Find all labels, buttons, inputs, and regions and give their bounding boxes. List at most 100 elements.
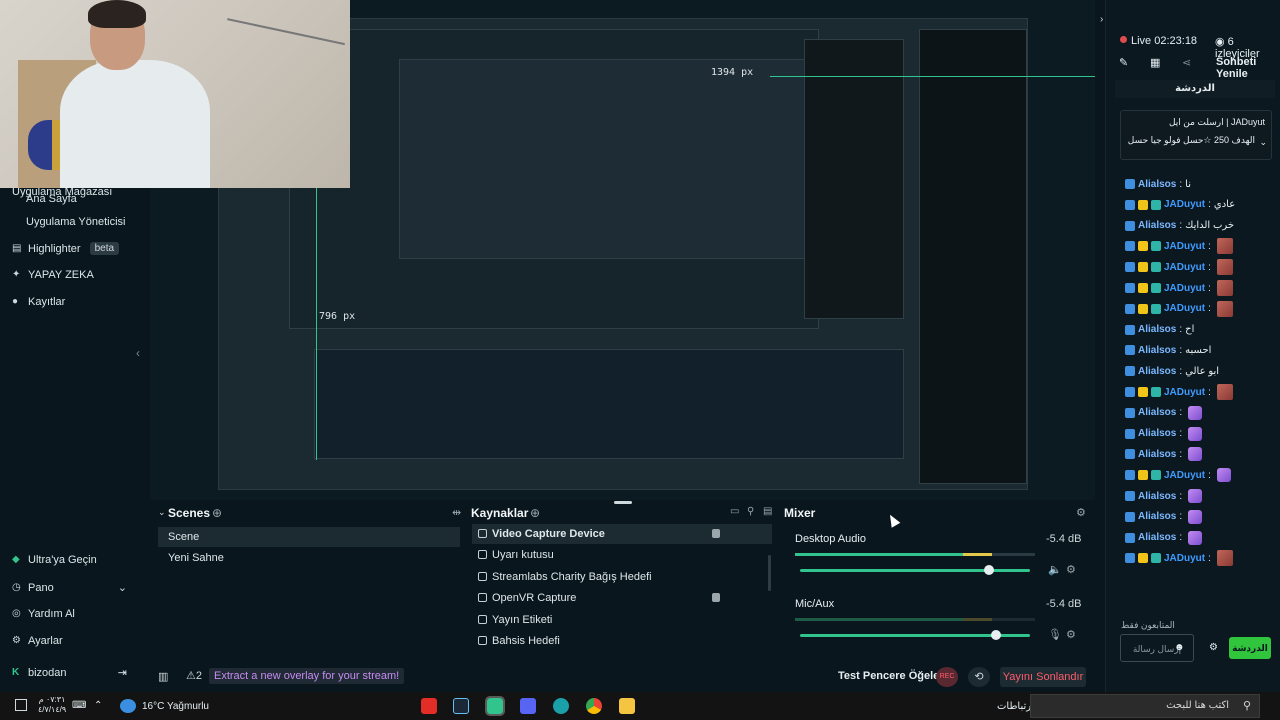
- keyboard-icon[interactable]: ⌨: [72, 700, 86, 711]
- source-filter-icon[interactable]: ⚲: [747, 506, 754, 517]
- chat-username[interactable]: Alialsos: [1138, 345, 1176, 356]
- emoji-icon[interactable]: ☻: [1174, 642, 1185, 653]
- source-group-icon[interactable]: ▤: [763, 506, 772, 517]
- weather-text[interactable]: 16°C Yağmurlu: [142, 701, 209, 712]
- chat-message[interactable]: Alialsos: احسبه: [1125, 341, 1211, 359]
- gear-icon[interactable]: ⚙: [1066, 628, 1076, 641]
- file-explorer-icon[interactable]: [619, 698, 635, 714]
- sources-scrollbar[interactable]: [768, 555, 771, 591]
- replay-buffer-icon[interactable]: ⟲: [968, 667, 990, 687]
- chat-tab[interactable]: الدردشة: [1115, 80, 1275, 98]
- gear-icon[interactable]: ⚙: [1066, 563, 1076, 576]
- sidebar-item-help[interactable]: ◎ Yardım Al: [12, 608, 75, 620]
- chat-message[interactable]: JADuyut:: [1125, 466, 1231, 484]
- volume-slider[interactable]: [800, 630, 1030, 640]
- dashboard-icon[interactable]: ▦: [1150, 56, 1160, 69]
- chat-username[interactable]: JADuyut: [1164, 303, 1205, 314]
- chat-settings-gear-icon[interactable]: ⚙: [1209, 642, 1218, 653]
- steam-icon[interactable]: [453, 698, 469, 714]
- collapse-sidebar-icon[interactable]: ‹: [136, 346, 140, 360]
- end-stream-button[interactable]: Yayını Sonlandır: [1000, 667, 1086, 687]
- chat-username[interactable]: Alialsos: [1138, 491, 1176, 502]
- source-item[interactable]: Uyarı kutusu: [472, 545, 772, 565]
- lock-icon[interactable]: [712, 529, 720, 538]
- test-widgets-button[interactable]: Test Pencere Öğeleri: [838, 670, 947, 682]
- taskbar-search[interactable]: اكتب هنا للبحث ⚲: [1030, 694, 1260, 718]
- volume-slider[interactable]: [800, 565, 1030, 575]
- chat-username[interactable]: JADuyut: [1164, 283, 1205, 294]
- chat-username[interactable]: Alialsos: [1138, 532, 1176, 543]
- clock[interactable]: ٠٧:٣١ م ٤/٧/١٤/٩: [38, 695, 66, 715]
- chevron-down-icon[interactable]: ⌄: [1259, 137, 1267, 148]
- collapse-chat-icon[interactable]: ›: [1100, 14, 1103, 25]
- refresh-chat-button[interactable]: Sohbeti Yenile: [1216, 56, 1280, 80]
- chrome-icon[interactable]: [586, 698, 602, 714]
- chat-message[interactable]: Alialsos: اح: [1125, 321, 1194, 339]
- volume-knob[interactable]: [983, 565, 994, 575]
- source-item[interactable]: OpenVR Capture: [472, 588, 772, 608]
- record-button[interactable]: REC: [936, 667, 958, 687]
- mixer-settings-icon[interactable]: ⚙: [1076, 506, 1086, 519]
- scene-item-new[interactable]: Yeni Sahne: [158, 548, 460, 568]
- performance-icon[interactable]: ▥: [158, 670, 168, 683]
- chat-username[interactable]: JADuyut: [1164, 387, 1205, 398]
- source-item[interactable]: Streamlabs Charity Bağış Hedefi: [472, 567, 772, 587]
- scene-item-scene[interactable]: Scene: [158, 527, 460, 547]
- chat-message[interactable]: Alialsos:: [1125, 487, 1203, 505]
- chat-username[interactable]: Alialsos: [1138, 428, 1176, 439]
- source-folder-icon[interactable]: ▭: [730, 506, 739, 517]
- sidebar-item-ultra[interactable]: ◆ Ultra'ya Geçin: [12, 554, 97, 566]
- chat-message[interactable]: Alialsos: نا: [1125, 175, 1191, 193]
- source-item[interactable]: Yayın Etiketi: [472, 610, 772, 630]
- volume-knob[interactable]: [990, 630, 1001, 640]
- chat-message[interactable]: Alialsos:: [1125, 425, 1203, 443]
- chat-message[interactable]: Alialsos: ابو عالي: [1125, 362, 1219, 380]
- chat-message[interactable]: JADuyut:: [1125, 300, 1233, 318]
- chat-message[interactable]: Alialsos:: [1125, 404, 1203, 422]
- dock-resize-handle[interactable]: [614, 501, 632, 504]
- chat-username[interactable]: Alialsos: [1138, 366, 1176, 377]
- mic-muted-icon[interactable]: 🎙: [1048, 628, 1062, 641]
- add-scene-icon[interactable]: ⊕: [212, 506, 222, 520]
- alert-icon[interactable]: ⚠2: [186, 669, 202, 682]
- scenes-collapse-icon[interactable]: ⌄: [158, 507, 166, 518]
- sidebar-item-recordings[interactable]: ● Kayıtlar: [12, 296, 65, 308]
- sidebar-item-user[interactable]: K bizodan ⇥: [12, 666, 127, 680]
- source-item[interactable]: Video Capture Device: [472, 524, 772, 544]
- add-source-icon[interactable]: ⊕: [530, 506, 540, 520]
- chat-username[interactable]: JADuyut: [1164, 199, 1205, 210]
- chat-message[interactable]: JADuyut:: [1125, 279, 1233, 297]
- chat-message[interactable]: Alialsos: خرب الدايك: [1125, 217, 1234, 235]
- chat-username[interactable]: Alialsos: [1138, 511, 1176, 522]
- overlay-link[interactable]: Extract a new overlay for your stream!: [209, 668, 405, 684]
- chat-message[interactable]: Alialsos:: [1125, 508, 1203, 526]
- send-chat-button[interactable]: الدردشة: [1229, 637, 1271, 659]
- chat-username[interactable]: Alialsos: [1138, 449, 1176, 460]
- sidebar-item-ai[interactable]: ✦ YAPAY ZEKA: [12, 269, 94, 281]
- scene-transition-icon[interactable]: ⇹: [452, 506, 461, 519]
- chevron-up-icon[interactable]: ⌃: [94, 700, 102, 711]
- sidebar-item-settings[interactable]: ⚙ Ayarlar: [12, 635, 63, 647]
- chat-username[interactable]: Alialsos: [1138, 220, 1176, 231]
- chat-username[interactable]: Alialsos: [1138, 407, 1176, 418]
- lock-icon[interactable]: [712, 593, 720, 602]
- chat-message[interactable]: JADuyut:: [1125, 383, 1233, 401]
- chat-username[interactable]: Alialsos: [1138, 179, 1176, 190]
- sidebar-item-app-manager[interactable]: Uygulama Yöneticisi: [26, 216, 125, 228]
- sidebar-item-highlighter[interactable]: ▤ Highlighter beta: [12, 242, 120, 255]
- chat-message[interactable]: JADuyut: عادي: [1125, 196, 1235, 214]
- source-item[interactable]: Bahsis Hedefi: [472, 631, 772, 645]
- streamlabs-icon[interactable]: [485, 696, 505, 716]
- share-icon[interactable]: ⋖: [1182, 56, 1191, 69]
- notifications-icon[interactable]: [15, 699, 27, 711]
- chat-username[interactable]: JADuyut: [1164, 553, 1205, 564]
- chat-username[interactable]: Alialsos: [1138, 324, 1176, 335]
- sidebar-item-pano[interactable]: ◷ Pano ⌄: [12, 581, 127, 595]
- logout-icon[interactable]: ⇥: [118, 666, 127, 679]
- links-toolbar[interactable]: ارتباطات: [997, 701, 1034, 712]
- chat-message[interactable]: Alialsos:: [1125, 529, 1203, 547]
- youtube-icon[interactable]: [421, 698, 437, 714]
- chat-username[interactable]: JADuyut: [1164, 470, 1205, 481]
- speaker-icon[interactable]: 🔈: [1048, 563, 1062, 576]
- chat-username[interactable]: JADuyut: [1164, 241, 1205, 252]
